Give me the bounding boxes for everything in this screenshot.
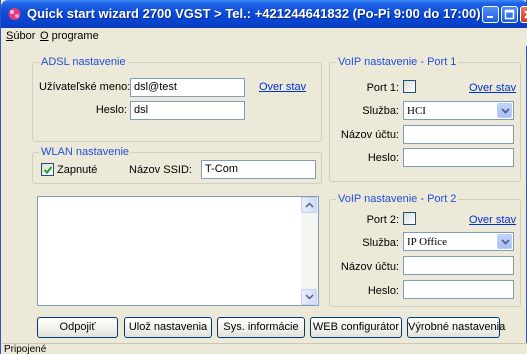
voip2-account-label: Názov účtu: xyxy=(340,261,399,273)
factory-settings-button[interactable]: Výrobné nastavenia xyxy=(407,317,505,338)
voip2-account-field[interactable] xyxy=(403,256,514,275)
sys-info-button[interactable]: Sys. informácie xyxy=(217,317,305,338)
disconnect-button[interactable]: Odpojiť xyxy=(37,317,118,338)
voip1-service-label: Služba: xyxy=(362,105,399,117)
ssid-label: Názov SSID: xyxy=(129,164,192,176)
voip2-service-label: Služba: xyxy=(362,237,399,249)
voip1-check-link[interactable]: Over stav xyxy=(469,82,516,94)
voip2-check-link[interactable]: Over stav xyxy=(469,214,516,226)
voip1-account-label: Názov účtu: xyxy=(340,129,399,141)
minimize-icon xyxy=(487,16,493,18)
voip1-service-select[interactable]: HCI xyxy=(403,101,514,120)
title-bar[interactable]: Quick start wizard 2700 VGST > Tel.: +42… xyxy=(1,0,527,28)
voip1-account-field[interactable] xyxy=(403,125,514,144)
app-window: Quick start wizard 2700 VGST > Tel.: +42… xyxy=(0,0,527,354)
status-bar: Pripojené xyxy=(2,343,527,354)
port1-checkbox[interactable] xyxy=(403,80,416,93)
dropdown-arrow-icon[interactable] xyxy=(497,234,512,249)
voip1-password-field[interactable] xyxy=(403,148,514,167)
menu-about[interactable]: O programe xyxy=(40,30,99,42)
port2-label: Port 2: xyxy=(366,214,399,226)
port1-label: Port 1: xyxy=(366,82,399,94)
voip2-service-value: IP Office xyxy=(407,236,448,248)
minimize-button[interactable] xyxy=(482,6,499,23)
password-label: Heslo: xyxy=(95,104,127,116)
save-settings-button[interactable]: Ulož nastavenia xyxy=(124,317,212,338)
menu-bar: Súbor O programe xyxy=(2,28,527,46)
menu-file[interactable]: Súbor xyxy=(6,30,35,42)
password-field[interactable]: dsl xyxy=(130,101,245,120)
wlan-enabled-label: Zapnuté xyxy=(57,164,98,176)
log-scrollbar[interactable] xyxy=(301,197,318,305)
log-textarea[interactable] xyxy=(37,196,319,306)
voip1-service-value: HCI xyxy=(407,105,426,117)
scroll-down-button[interactable] xyxy=(301,289,317,305)
close-icon xyxy=(524,10,527,19)
username-label: Užívateľské meno: xyxy=(39,81,131,93)
port2-checkbox[interactable] xyxy=(403,212,416,225)
ssid-field[interactable]: T-Com xyxy=(201,160,316,179)
maximize-icon xyxy=(504,9,515,20)
voip1-password-label: Heslo: xyxy=(367,152,399,164)
wlan-legend: WLAN nastavenie xyxy=(39,146,132,158)
voip2-password-field[interactable] xyxy=(403,280,514,299)
scroll-up-button[interactable] xyxy=(301,197,317,213)
voip2-legend: VoIP nastavenie - Port 2 xyxy=(336,193,459,205)
chevron-down-icon xyxy=(305,294,314,300)
voip2-password-label: Heslo: xyxy=(367,285,399,297)
wlan-enabled-checkbox[interactable] xyxy=(41,163,54,176)
window-title: Quick start wizard 2700 VGST > Tel.: +42… xyxy=(27,6,481,21)
dropdown-arrow-icon[interactable] xyxy=(497,103,512,118)
chevron-up-icon xyxy=(305,202,314,208)
maximize-button[interactable] xyxy=(501,6,518,23)
adsl-check-link[interactable]: Over stav xyxy=(259,81,306,93)
close-button[interactable] xyxy=(520,6,527,23)
app-logo-icon xyxy=(8,8,21,20)
voip1-legend: VoIP nastavenie - Port 1 xyxy=(336,56,459,68)
web-configurator-button[interactable]: WEB configurátor xyxy=(310,317,402,338)
voip2-service-select[interactable]: IP Office xyxy=(403,232,514,251)
adsl-legend: ADSL nastavenie xyxy=(39,56,128,68)
status-text: Pripojené xyxy=(4,344,47,354)
username-field[interactable]: dsl@test xyxy=(130,78,245,97)
checkmark-icon xyxy=(43,166,53,174)
